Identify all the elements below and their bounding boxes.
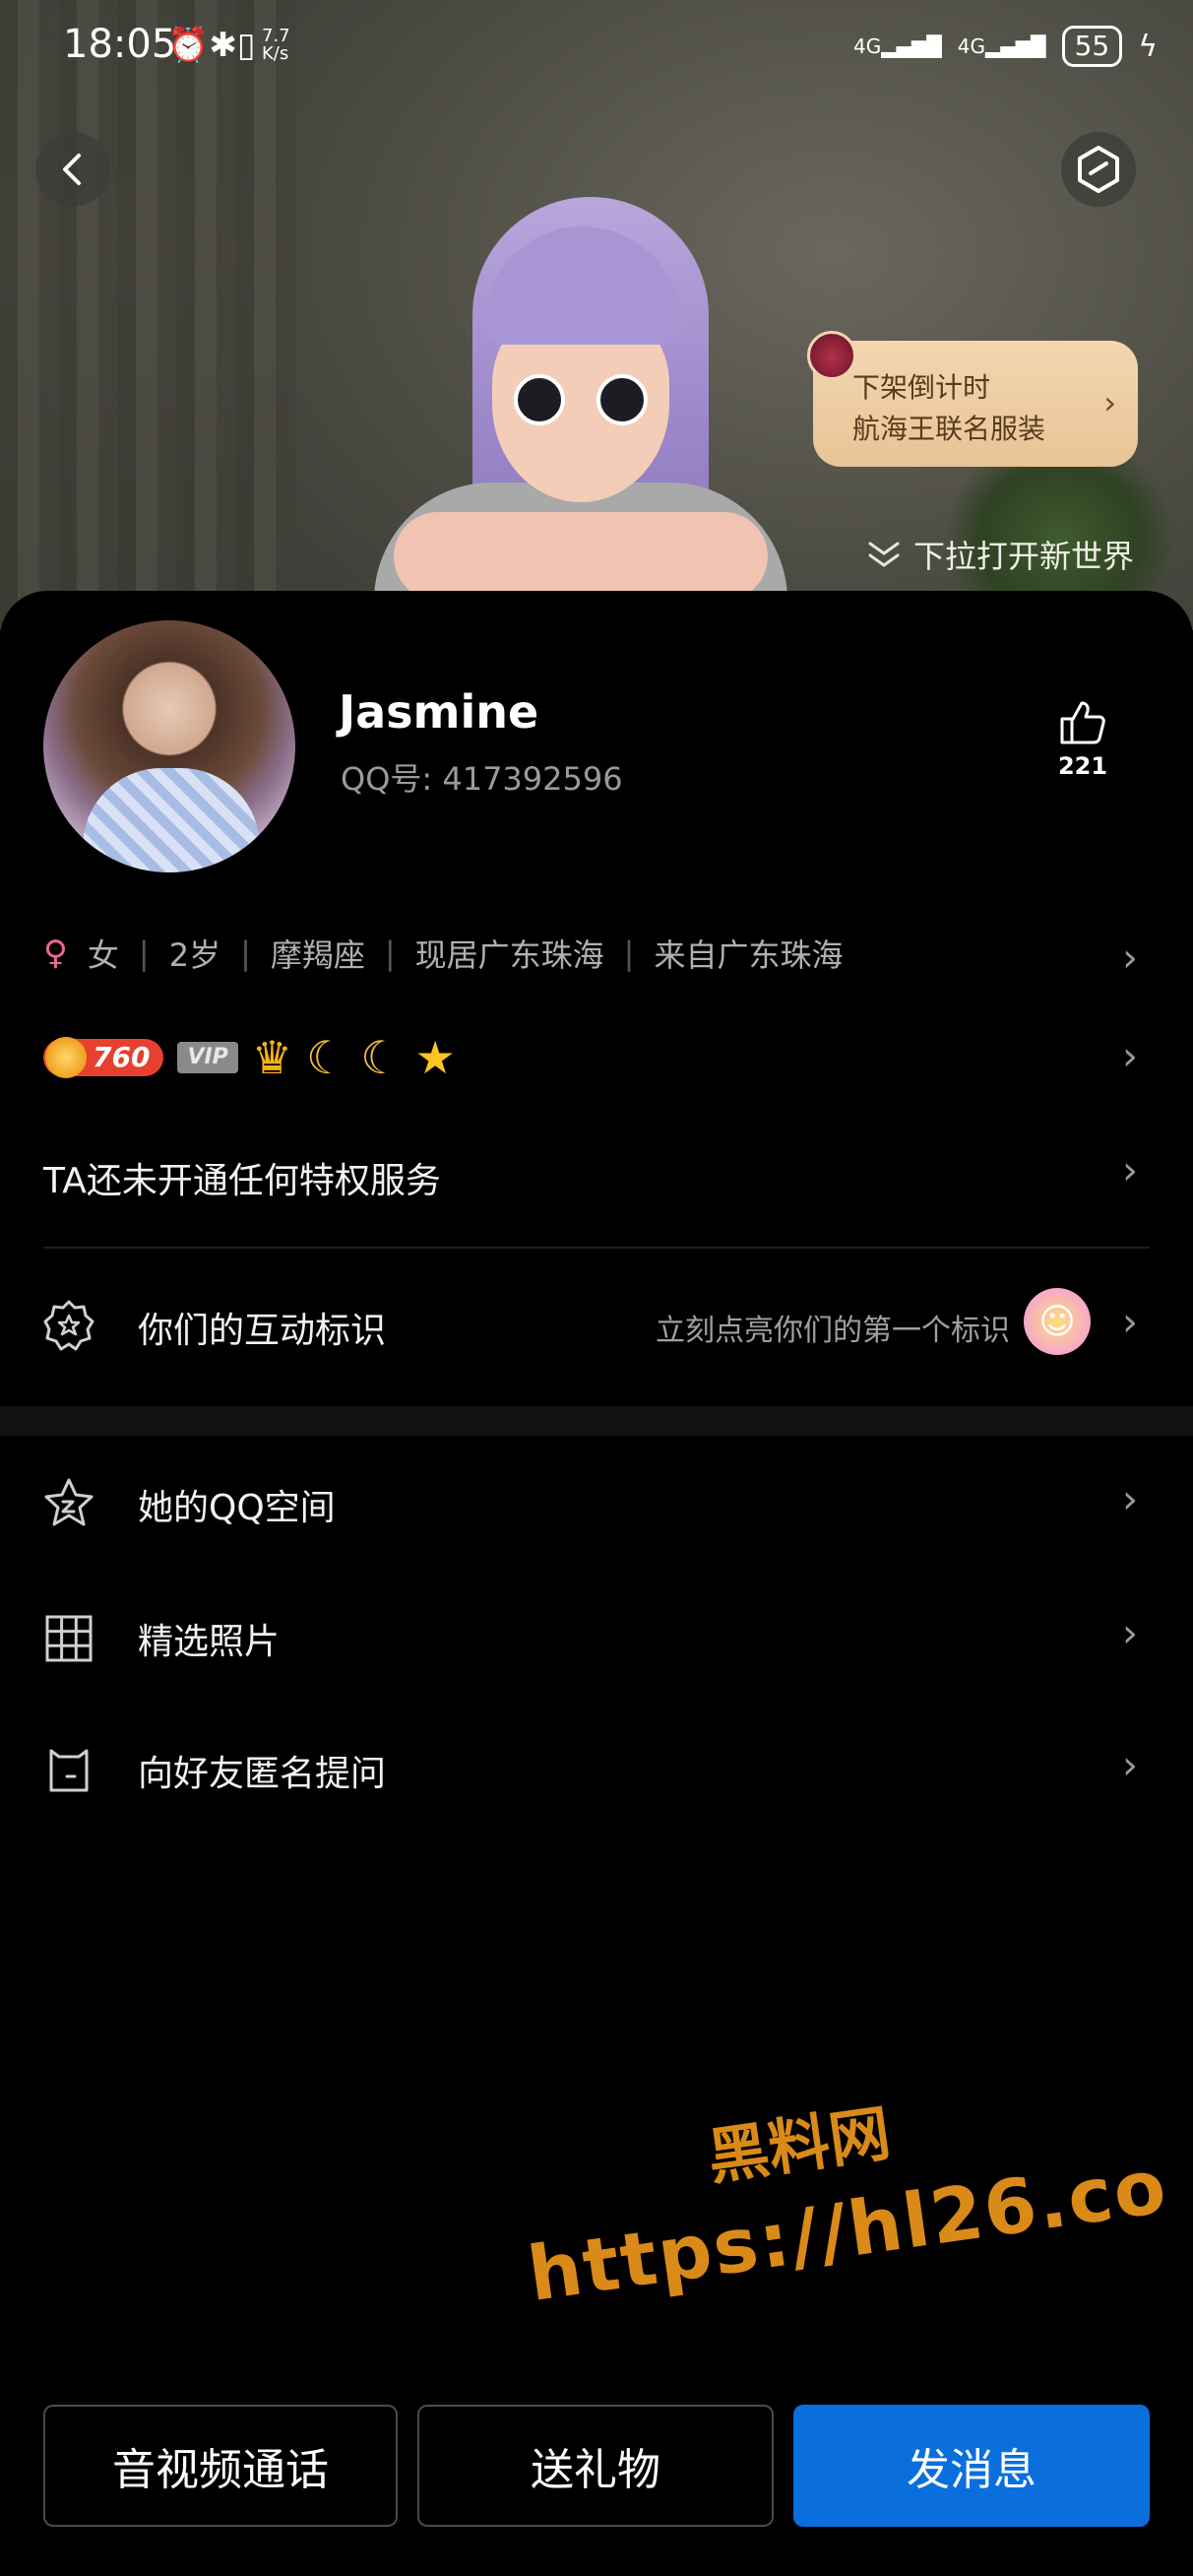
zodiac: 摩羯座 — [270, 936, 365, 974]
avatar[interactable] — [43, 620, 295, 872]
crown-icon: ♛ — [251, 1031, 293, 1084]
battery-icon: 55 — [1061, 26, 1123, 67]
qq-number[interactable]: QQ号: 417392596 — [341, 754, 623, 800]
interaction-hint[interactable]: 立刻点亮你们的第一个标识 — [656, 1306, 1010, 1349]
back-button[interactable] — [35, 132, 110, 207]
status-bar: 18:05 ⏰✱▯ 7.7 K/s 4G▂▄▆█ 4G▂▄▆█ 55 ϟ — [0, 0, 1193, 98]
profile-info-row[interactable]: ♀ 女 | 2岁 | 摩羯座 | 现居广东珠海 | 来自广东珠海 — [43, 930, 1146, 977]
divider — [43, 1247, 1150, 1249]
double-chevron-down-icon — [868, 542, 900, 567]
star-icon: ★ — [414, 1031, 456, 1084]
status-right: 4G▂▄▆█ 4G▂▄▆█ 55 ϟ — [853, 26, 1158, 67]
list-item-photos[interactable]: 精选照片 — [138, 1613, 280, 1664]
chevron-right-icon[interactable]: › — [1122, 1743, 1138, 1788]
chevron-right-icon[interactable]: › — [1122, 1477, 1138, 1522]
interaction-badge-icon — [43, 1300, 94, 1351]
interaction-label[interactable]: 你们的互动标识 — [138, 1302, 386, 1353]
vip-badge: VIP — [177, 1042, 238, 1073]
signal-icon: 4G▂▄▆█ — [853, 34, 942, 58]
moon-icon: ☾ — [306, 1031, 347, 1084]
moon-icon: ☾ — [360, 1031, 402, 1084]
age: 2岁 — [168, 936, 221, 974]
coin-level-badge: 760 — [43, 1037, 164, 1078]
devil-fruit-icon — [807, 331, 856, 380]
female-icon: ♀ — [43, 934, 68, 973]
charging-icon: ϟ — [1138, 29, 1158, 64]
list-item-qzone[interactable]: 她的QQ空间 — [138, 1479, 336, 1530]
chevron-right-icon[interactable]: › — [1122, 1148, 1138, 1193]
anonymous-question-icon — [49, 1749, 89, 1792]
thumbs-up-icon — [1060, 701, 1105, 744]
like-count: 221 — [1057, 752, 1108, 780]
promo-bubble[interactable]: 下架倒计时 航海王联名服装 › — [807, 331, 1138, 467]
pull-down-hint[interactable]: 下拉打开新世界 — [866, 532, 1134, 577]
back-arrow-icon — [63, 154, 81, 185]
signal-icon: 4G▂▄▆█ — [957, 34, 1046, 58]
avatar-character — [354, 187, 807, 630]
hometown: 来自广东珠海 — [654, 936, 844, 974]
alarm-bluetooth-vibrate-icons: ⏰✱▯ — [167, 26, 256, 65]
avatar-editor-button[interactable] — [1061, 132, 1136, 207]
chevron-right-icon: › — [1103, 384, 1116, 421]
status-time: 18:05 — [63, 22, 177, 67]
send-gift-button[interactable]: 送礼物 — [417, 2405, 774, 2527]
profile-name: Jasmine — [339, 685, 539, 739]
like-button[interactable] — [1053, 699, 1112, 750]
level-badges[interactable]: 760 VIP ♛ ☾ ☾ ★ — [43, 1032, 456, 1083]
chevron-right-icon[interactable]: › — [1122, 1611, 1138, 1656]
lives-in: 现居广东珠海 — [414, 936, 604, 974]
chevron-right-icon[interactable]: › — [1122, 1034, 1138, 1079]
chevron-right-icon[interactable]: › — [1122, 935, 1138, 981]
hexagon-cube-icon — [1078, 146, 1119, 193]
chevron-right-icon[interactable]: › — [1122, 1300, 1138, 1345]
promo-line2: 航海王联名服装 — [852, 413, 1046, 445]
promo-line1: 下架倒计时 — [852, 371, 991, 404]
interaction-emoji-icon: ☺ — [1024, 1288, 1091, 1355]
list-item-anonymous-question[interactable]: 向好友匿名提问 — [138, 1745, 386, 1796]
section-divider — [0, 1406, 1193, 1436]
photo-grid-icon — [45, 1615, 93, 1662]
privilege-row[interactable]: TA还未开通任何特权服务 — [43, 1152, 441, 1203]
send-message-button[interactable]: 发消息 — [793, 2405, 1150, 2527]
av-call-button[interactable]: 音视频通话 — [43, 2405, 398, 2527]
gender: 女 — [87, 936, 119, 974]
qzone-star-icon — [44, 1478, 94, 1526]
network-speed: 7.7 K/s — [262, 26, 290, 64]
